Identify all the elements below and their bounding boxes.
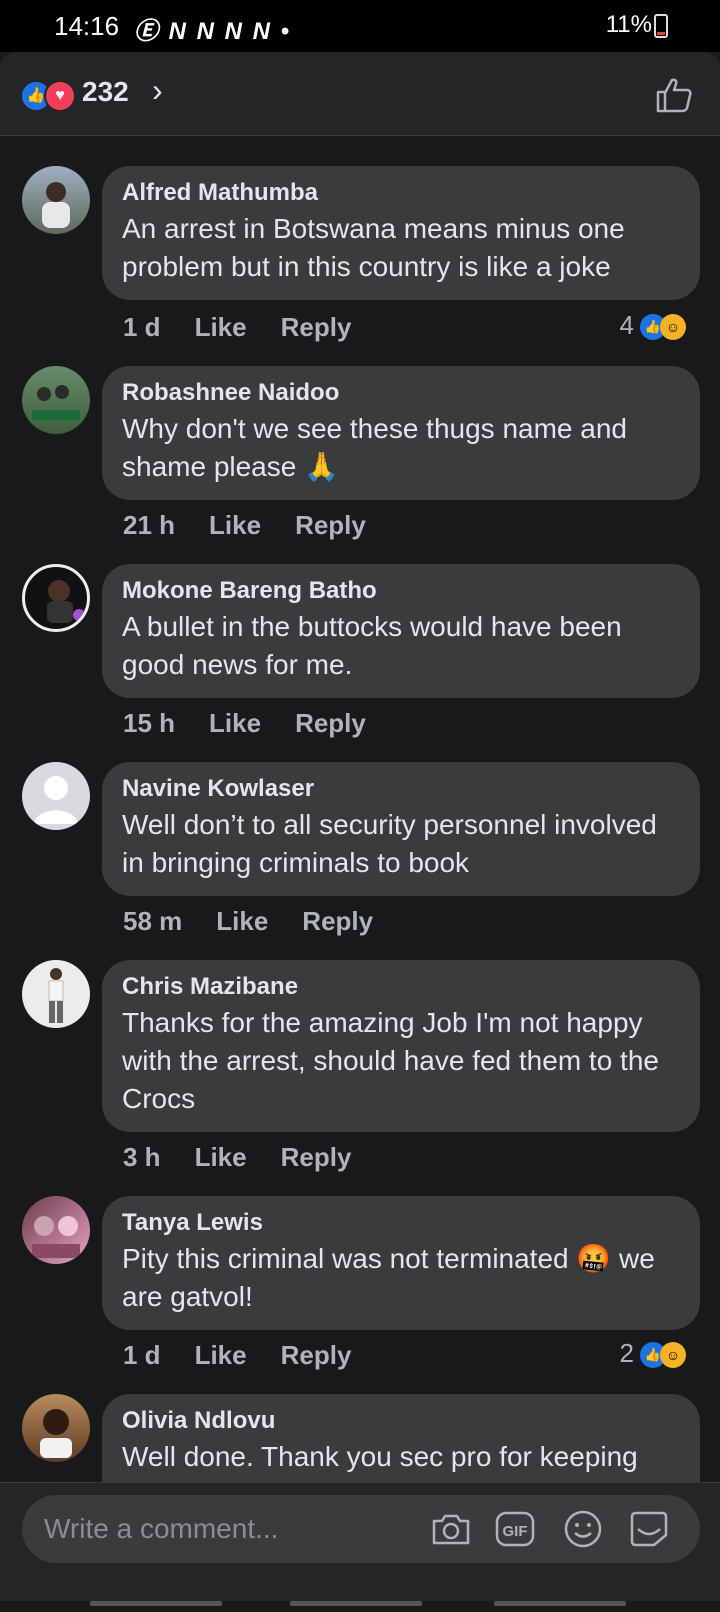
avatar[interactable] (22, 564, 90, 632)
care-reaction-icon: ☺ (660, 314, 686, 341)
comment-input[interactable]: Write a comment... GIF (22, 1495, 700, 1563)
reaction-count: 4 (619, 310, 634, 340)
chevron-right-icon[interactable]: › (152, 72, 163, 109)
commenter-name[interactable]: Tanya Lewis (122, 1208, 680, 1238)
avatar[interactable] (22, 762, 90, 830)
comment-text: Pity this criminal was not terminated 🤬 … (122, 1243, 655, 1312)
reply-link[interactable]: Reply (281, 1142, 352, 1172)
commenter-name[interactable]: Olivia Ndlovu (122, 1406, 680, 1436)
comment-time: 1 d (123, 1340, 161, 1370)
comment-reactions[interactable]: 4 👍 ☺ (620, 310, 686, 341)
like-link[interactable]: Like (216, 906, 268, 936)
comment-placeholder: Write a comment... (44, 1513, 279, 1544)
system-navigation-bar (0, 1594, 720, 1606)
reply-link[interactable]: Reply (281, 1340, 352, 1370)
thumbs-up-icon[interactable] (654, 76, 694, 114)
status-bar: 14:16 Ⓔ N N N N • 11% (0, 0, 720, 52)
comment-time: 15 h (123, 708, 176, 738)
comment-actions: 58 m Like Reply (123, 906, 407, 937)
comment-bubble[interactable]: Chris Mazibane Thanks for the amazing Jo… (102, 960, 700, 1132)
emoji-icon[interactable] (562, 1509, 604, 1549)
avatar[interactable] (22, 1394, 90, 1462)
reply-link[interactable]: Reply (281, 312, 352, 342)
battery-icon (654, 14, 668, 38)
comment-actions: 21 h Like Reply (123, 510, 400, 541)
comment-actions: 1 d Like Reply (123, 312, 385, 343)
comment-bubble[interactable]: Navine Kowlaser Well don’t to all securi… (102, 762, 700, 896)
like-link[interactable]: Like (195, 1340, 247, 1370)
comment-actions: 3 h Like Reply (123, 1142, 385, 1173)
comment-bubble[interactable]: Robashnee Naidoo Why don't we see these … (102, 366, 700, 500)
comment-bubble[interactable]: Olivia Ndlovu Well done. Thank you sec p… (102, 1394, 700, 1482)
comment-composer-bar: Write a comment... GIF (0, 1482, 720, 1601)
nav-gesture-indicators (90, 1601, 626, 1606)
commenter-name[interactable]: Alfred Mathumba (122, 178, 680, 208)
comment-text: Well done. Thank you sec pro for keeping (122, 1441, 638, 1472)
comment-actions: 15 h Like Reply (123, 708, 400, 739)
commenter-name[interactable]: Navine Kowlaser (122, 774, 680, 804)
comment-actions: 1 d Like Reply (123, 1340, 385, 1371)
status-time: 14:16 (54, 11, 120, 41)
like-link[interactable]: Like (209, 708, 261, 738)
comment-time: 3 h (123, 1142, 161, 1172)
avatar[interactable] (22, 366, 90, 434)
sticker-icon[interactable] (628, 1509, 670, 1549)
avatar[interactable] (22, 166, 90, 234)
notification-icons: Ⓔ N N N N • (134, 18, 292, 45)
like-link[interactable]: Like (195, 1142, 247, 1172)
comment-time: 21 h (123, 510, 176, 540)
avatar[interactable] (22, 1196, 90, 1264)
comment-bubble[interactable]: Alfred Mathumba An arrest in Botswana me… (102, 166, 700, 300)
comment-bubble[interactable]: Tanya Lewis Pity this criminal was not t… (102, 1196, 700, 1330)
reaction-count: 2 (619, 1338, 634, 1368)
comment-time: 1 d (123, 312, 161, 342)
comment-text: A bullet in the buttocks would have been… (122, 611, 622, 680)
comment-bubble[interactable]: Mokone Bareng Batho A bullet in the butt… (102, 564, 700, 698)
comment-text: An arrest in Botswana means minus one pr… (122, 213, 625, 282)
care-reaction-icon: ☺ (660, 1342, 686, 1369)
like-link[interactable]: Like (195, 312, 247, 342)
reply-link[interactable]: Reply (295, 708, 366, 738)
commenter-name[interactable]: Chris Mazibane (122, 972, 680, 1002)
camera-icon[interactable] (430, 1509, 472, 1549)
svg-text:GIF: GIF (503, 1523, 528, 1540)
love-reaction-icon: ♥ (44, 80, 76, 112)
comment-reactions[interactable]: 2 👍 ☺ (620, 1338, 686, 1369)
gif-icon[interactable]: GIF (494, 1509, 536, 1549)
comment-text: Well don’t to all security personnel inv… (122, 809, 657, 878)
reaction-count[interactable]: 232 (82, 76, 129, 108)
reply-link[interactable]: Reply (295, 510, 366, 540)
reactions-header: 👍 ♥ 232 › (0, 52, 720, 136)
battery-percent: 11% (605, 11, 652, 38)
comment-text: Thanks for the amazing Job I'm not happy… (122, 1007, 659, 1114)
reply-link[interactable]: Reply (302, 906, 373, 936)
commenter-name[interactable]: Robashnee Naidoo (122, 378, 680, 408)
like-link[interactable]: Like (209, 510, 261, 540)
comment-text: Why don't we see these thugs name and sh… (122, 413, 627, 482)
comment-time: 58 m (123, 906, 183, 936)
avatar[interactable] (22, 960, 90, 1028)
commenter-name[interactable]: Mokone Bareng Batho (122, 576, 680, 606)
